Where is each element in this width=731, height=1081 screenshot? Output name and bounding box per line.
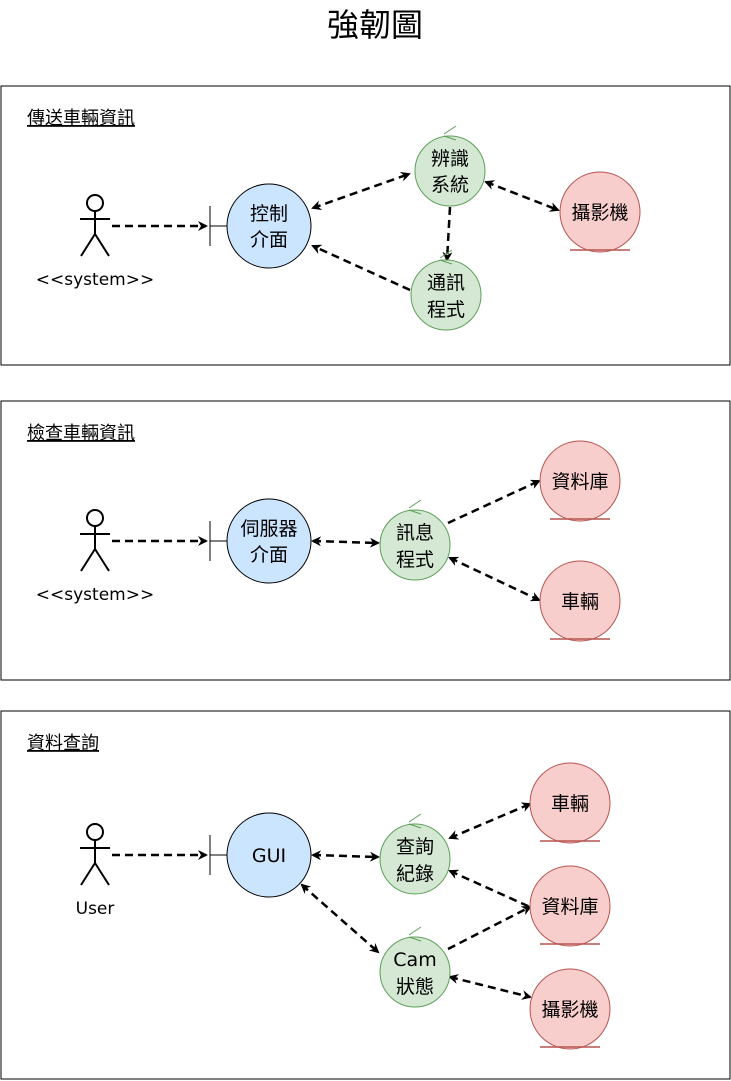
frame-send-vehicle-info: 傳送車輛資訊 <<system>> 控制 介面 辨識 系統 通訊 程式 攝影機 [0, 85, 731, 366]
boundary-server-ui: 伺服器 介面 [209, 498, 312, 584]
edge-gui-query [311, 850, 380, 862]
entity-vehicle: 車輛 [539, 560, 621, 642]
boundary-control-ui: 控制 介面 [209, 183, 312, 269]
node-label: 車輛 [561, 591, 599, 613]
frame-check-vehicle-info: 檢查車輛資訊 <<system>> 伺服器 介面 訊息 程式 資料庫 車輛 [0, 400, 731, 681]
frame-label: 資料查詢 [27, 733, 99, 754]
entity-database: 資料庫 [529, 865, 611, 947]
robustness-diagram: 強韌圖 傳送車輛資訊 <<system>> 控制 介面 辨識 系統 通訊 程式 … [0, 6, 731, 1080]
edge-message-to-database [447, 479, 541, 525]
edge-gui-cam-status [300, 883, 380, 954]
edge-query-database [448, 869, 531, 909]
node-label-line1: 查詢 [396, 836, 434, 858]
node-label-line1: 辨識 [431, 148, 469, 170]
diagram-title: 強韌圖 [327, 6, 423, 44]
edge-cam-status-to-database [447, 905, 532, 951]
actor-label: User [76, 899, 115, 919]
entity-vehicle: 車輛 [529, 762, 611, 844]
control-message-program: 訊息 程式 [379, 499, 451, 581]
entity-camera: 攝影機 [529, 968, 611, 1050]
node-label-line2: 系統 [431, 174, 469, 196]
node-label-line2: 程式 [396, 549, 434, 571]
node-label: 資料庫 [541, 896, 598, 918]
actor-icon [80, 823, 110, 886]
actor-label: <<system>> [36, 270, 154, 290]
node-label: 攝影機 [571, 202, 628, 224]
node-label-line1: 伺服器 [240, 518, 297, 540]
node-label-line1: Cam [393, 949, 436, 971]
actor-icon [80, 509, 110, 572]
node-label-line2: 程式 [427, 299, 465, 321]
entity-database: 資料庫 [539, 440, 621, 522]
node-label: GUI [252, 845, 286, 867]
node-label-line2: 狀態 [396, 976, 434, 998]
node-label-line1: 控制 [250, 203, 288, 225]
node-label-line1: 通訊 [427, 272, 465, 294]
node-label-line2: 紀錄 [396, 863, 434, 885]
frame-label: 傳送車輛資訊 [27, 108, 135, 129]
actor-label: <<system>> [36, 585, 154, 605]
node-label-line1: 訊息 [396, 522, 434, 544]
control-recognition-system: 辨識 系統 [414, 125, 486, 207]
control-query-record: 查詢 紀錄 [379, 813, 451, 895]
edge-server-ui-message [311, 536, 380, 548]
edge-recognition-camera [484, 180, 560, 212]
node-label: 攝影機 [541, 999, 598, 1021]
frame-label: 檢查車輛資訊 [27, 423, 135, 444]
edge-query-vehicle [448, 802, 532, 840]
node-label: 資料庫 [551, 471, 608, 493]
node-label-line2: 介面 [250, 229, 288, 251]
control-cam-status: Cam 狀態 [379, 926, 451, 1008]
control-comm-program: 通訊 程式 [410, 249, 482, 331]
node-label: 車輛 [551, 793, 589, 815]
node-label-line2: 介面 [250, 544, 288, 566]
frame-data-query: 資料查詢 User GUI 查詢 紀錄 Cam 狀態 車輛 資料庫 攝影機 [0, 710, 731, 1080]
actor-icon [80, 194, 110, 257]
edge-cam-status-camera [448, 974, 532, 1000]
edge-message-vehicle [448, 556, 541, 602]
boundary-gui: GUI [209, 812, 312, 898]
entity-camera: 攝影機 [559, 171, 641, 253]
edge-comm-to-control-ui [311, 244, 411, 292]
edge-control-ui-recognition [311, 171, 411, 211]
